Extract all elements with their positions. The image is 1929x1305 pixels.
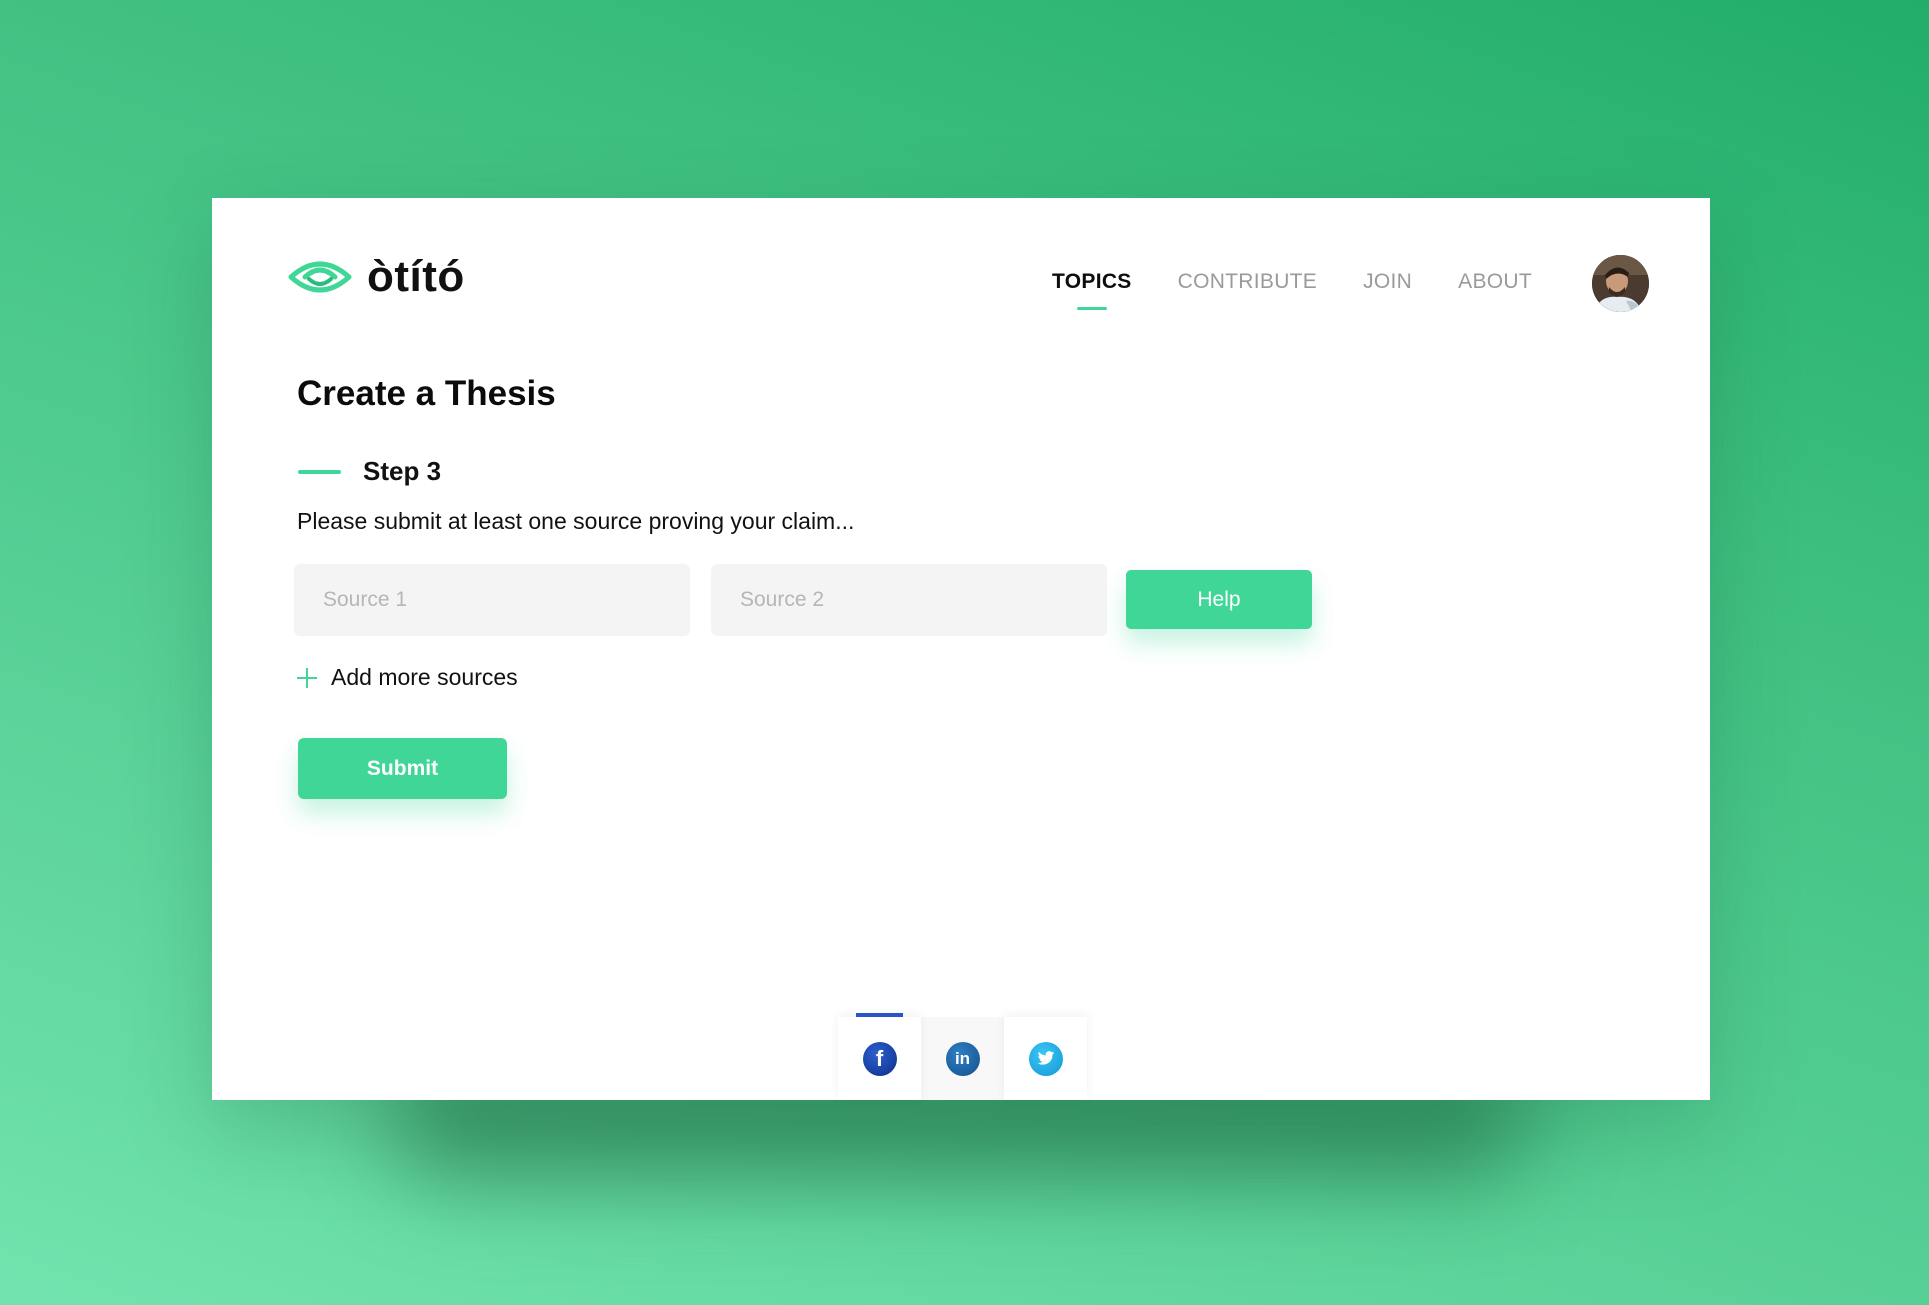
avatar-photo	[1592, 255, 1649, 312]
eye-logo-icon	[288, 261, 352, 293]
user-avatar[interactable]	[1592, 255, 1649, 312]
app-window: òtító TOPICS CONTRIBUTE JOIN ABOUT Creat…	[212, 198, 1710, 1100]
facebook-glyph: f	[875, 1045, 884, 1071]
linkedin-icon: in	[945, 1041, 980, 1076]
help-button[interactable]: Help	[1126, 570, 1312, 629]
facebook-icon: f	[862, 1041, 897, 1076]
nav-item-about[interactable]: ABOUT	[1458, 270, 1532, 304]
source-2-input[interactable]	[711, 564, 1107, 636]
social-share-bar: f in	[838, 1013, 1087, 1100]
linkedin-glyph: in	[954, 1049, 971, 1068]
nav-item-topics[interactable]: TOPICS	[1052, 270, 1132, 304]
submit-button[interactable]: Submit	[298, 738, 507, 799]
step-indicator: Step 3	[298, 456, 441, 487]
share-linkedin-button[interactable]: in	[921, 1017, 1004, 1100]
add-more-sources-button[interactable]: Add more sources	[297, 664, 518, 691]
step-dash	[298, 469, 341, 474]
source-1-input[interactable]	[294, 564, 690, 636]
plus-icon	[297, 667, 317, 688]
main-nav: TOPICS CONTRIBUTE JOIN ABOUT	[1052, 270, 1532, 304]
logo[interactable]: òtító	[287, 252, 465, 302]
step-label: Step 3	[363, 456, 442, 486]
add-more-label: Add more sources	[331, 664, 518, 690]
share-twitter-button[interactable]	[1004, 1017, 1087, 1100]
twitter-bird-icon	[1037, 1051, 1054, 1065]
twitter-icon	[1028, 1041, 1063, 1076]
page-title: Create a Thesis	[297, 374, 556, 413]
instruction-text: Please submit at least one source provin…	[297, 508, 855, 534]
brand-name: òtító	[367, 252, 465, 301]
share-facebook-button[interactable]: f	[838, 1013, 921, 1100]
nav-item-contribute[interactable]: CONTRIBUTE	[1178, 270, 1318, 304]
nav-item-join[interactable]: JOIN	[1363, 270, 1412, 304]
